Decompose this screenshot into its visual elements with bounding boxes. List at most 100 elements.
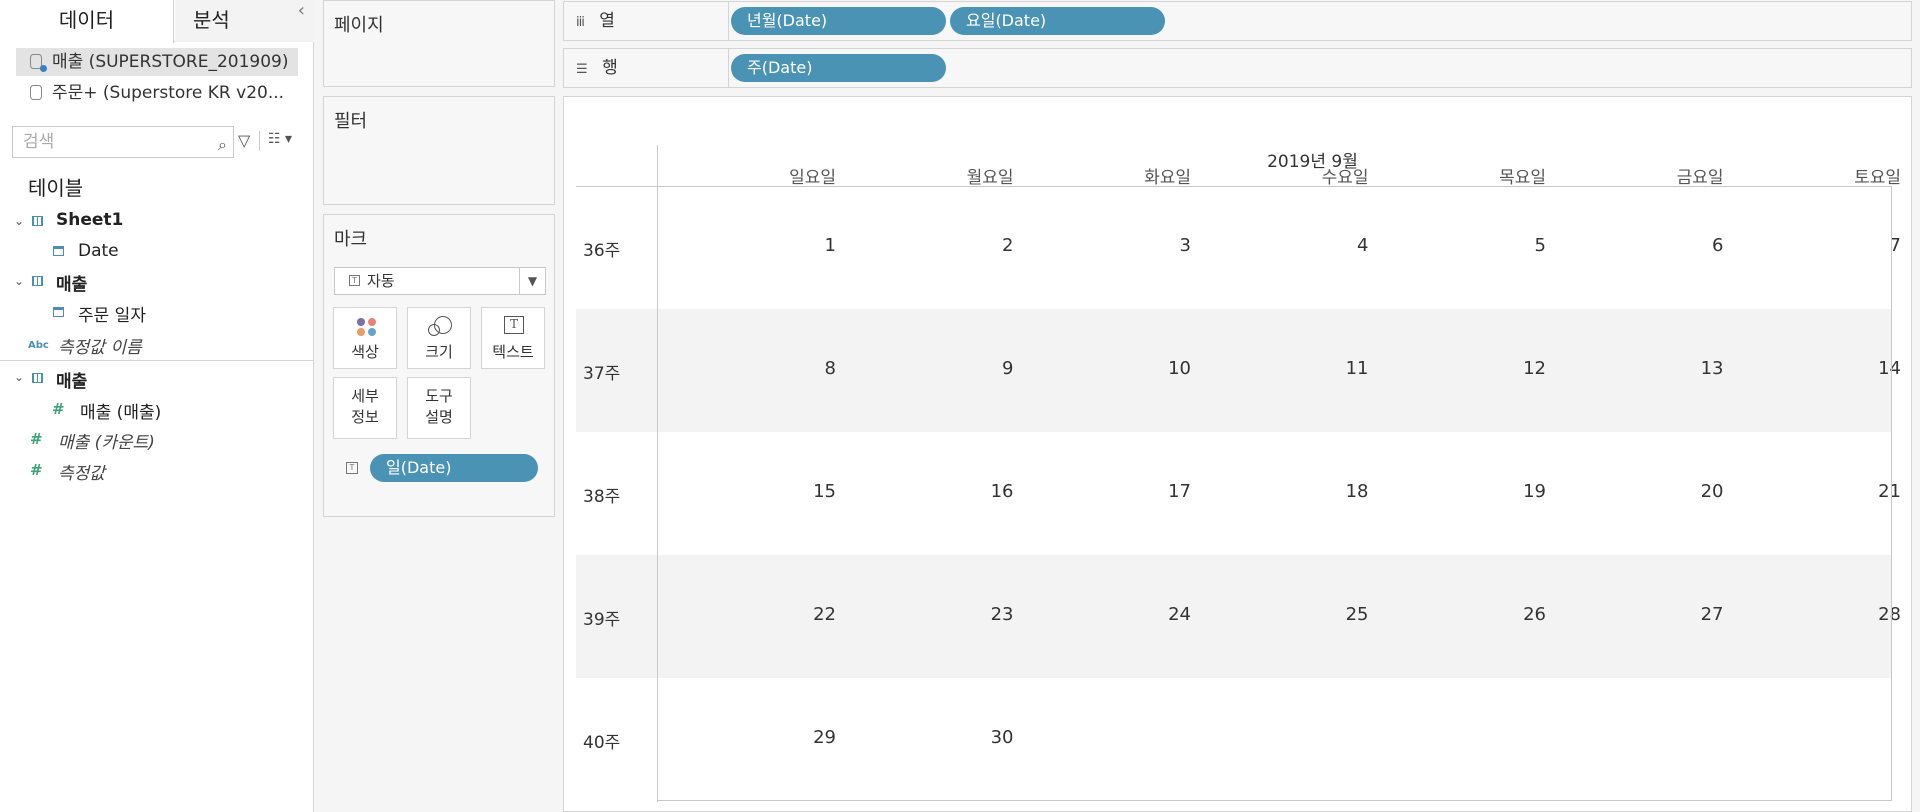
columns-shelf-label: iii 열	[564, 2, 729, 40]
detail-button[interactable]: 세부 정보	[333, 377, 397, 439]
tooltip-button[interactable]: 도구 설명	[407, 377, 471, 439]
weekday-header-cell: 수요일	[1321, 168, 1369, 188]
date-cell[interactable]: 17	[1014, 481, 1191, 502]
weekday-header-cell: 화요일	[1144, 168, 1191, 188]
weekday-header-cell: 토요일	[1854, 168, 1901, 188]
table-icon	[32, 216, 43, 226]
field-order-date[interactable]: 주문 일자	[78, 301, 146, 326]
date-cell[interactable]: 25	[1192, 604, 1369, 625]
collapse-pane-icon[interactable]: ‹	[298, 0, 305, 21]
date-cell[interactable]: 16	[837, 481, 1014, 502]
text-mark-icon: T	[349, 275, 360, 286]
search-placeholder: 검색	[23, 132, 55, 152]
date-cell[interactable]: 6	[1547, 235, 1723, 256]
tab-data[interactable]: 데이터	[0, 0, 174, 43]
calendar-right-border	[1891, 186, 1892, 801]
date-cell[interactable]: 8	[659, 358, 836, 379]
date-cell[interactable]: 24	[1014, 604, 1191, 625]
date-cell[interactable]: 10	[1014, 358, 1191, 379]
table-sales[interactable]: 매출	[56, 270, 87, 295]
date-cell[interactable]: 13	[1547, 358, 1724, 379]
measure-field-icon: #	[52, 400, 65, 418]
database-connected-icon	[30, 54, 47, 72]
calendar-view[interactable]: 2019년 9월 36주 1 2 3 4 5 6 7 37주 8 9 10 11 12 13 14 38주 15 1…	[563, 96, 1912, 812]
database-icon	[30, 85, 42, 100]
color-dots-icon	[356, 316, 378, 338]
field-date[interactable]: Date	[78, 241, 119, 261]
date-cell[interactable]: 22	[659, 604, 836, 625]
date-cell[interactable]: 11	[1192, 358, 1369, 379]
text-encoding-icon: T	[346, 462, 358, 474]
date-cell[interactable]: 7	[1724, 235, 1901, 256]
date-cell[interactable]: 15	[659, 481, 836, 502]
pages-card[interactable]: 페이지	[323, 0, 555, 87]
table-sheet1[interactable]: Sheet1	[56, 210, 123, 230]
measure-field-icon: #	[30, 461, 43, 479]
data-pane: 데이터 분석 ‹ 매출 (SUPERSTORE_201909) 주문+ (Sup…	[0, 0, 314, 812]
columns-shelf[interactable]: iii 열 년월(Date) 요일(Date)	[563, 1, 1912, 41]
date-field-icon	[53, 246, 64, 256]
date-cell[interactable]: 30	[837, 727, 1014, 748]
chevron-down-icon[interactable]: ⌄	[14, 274, 24, 288]
date-cell[interactable]: 4	[1192, 235, 1368, 256]
datasource-label: 주문+ (Superstore KR v20...	[52, 83, 285, 103]
filter-icon[interactable]: ▽	[238, 131, 250, 150]
date-cell[interactable]: 28	[1724, 604, 1901, 625]
section-divider	[0, 360, 314, 361]
column-pill-yearmonth[interactable]: 년월(Date)	[731, 7, 946, 35]
field-measure-values[interactable]: 측정값	[58, 459, 105, 484]
week-label: 36주	[583, 241, 621, 261]
detail-label-line1: 세부	[351, 387, 379, 405]
column-pill-weekday[interactable]: 요일(Date)	[950, 7, 1165, 35]
date-cell[interactable]: 14	[1724, 358, 1901, 379]
date-cell[interactable]: 1	[659, 235, 836, 256]
tab-analysis[interactable]: 분석	[175, 0, 314, 42]
date-cell[interactable]: 21	[1724, 481, 1901, 502]
size-button[interactable]: 크기	[407, 307, 471, 369]
view-options-icon[interactable]: ☷ ▾	[268, 131, 292, 147]
pages-card-title: 페이지	[334, 15, 384, 36]
columns-label-text: 열	[599, 11, 615, 31]
date-cell[interactable]: 3	[1014, 235, 1191, 256]
table-sales-measures[interactable]: 매출	[56, 367, 87, 392]
field-sales-count[interactable]: 매출 (카운트)	[58, 428, 155, 453]
date-cell[interactable]: 19	[1369, 481, 1546, 502]
date-cell[interactable]: 12	[1369, 358, 1546, 379]
date-cell[interactable]: 2	[837, 235, 1013, 256]
text-t-icon: T	[504, 316, 524, 334]
size-circles-icon	[428, 316, 452, 338]
datasource-item-orders[interactable]: 주문+ (Superstore KR v20...	[16, 79, 298, 107]
date-cell[interactable]: 26	[1369, 604, 1546, 625]
date-cell[interactable]: 18	[1192, 481, 1369, 502]
datasource-item-sales[interactable]: 매출 (SUPERSTORE_201909)	[16, 48, 298, 76]
tooltip-label: 도구 설명	[408, 386, 470, 428]
weekday-header-cell: 금요일	[1676, 168, 1724, 188]
search-icon[interactable]: ⌕	[218, 130, 227, 160]
date-cell[interactable]: 20	[1547, 481, 1724, 502]
row-pill-week[interactable]: 주(Date)	[731, 54, 946, 82]
date-cell[interactable]: 29	[659, 727, 836, 748]
field-sales-sales[interactable]: 매출 (매출)	[80, 398, 161, 423]
mark-type-dropdown[interactable]: T 자동 ▼	[334, 267, 546, 295]
week-label: 38주	[583, 487, 621, 507]
measure-field-icon: #	[30, 430, 43, 448]
row-header-divider	[657, 145, 658, 802]
chevron-down-icon[interactable]: ⌄	[14, 370, 24, 384]
date-cell[interactable]: 27	[1547, 604, 1724, 625]
tooltip-label-line2: 설명	[425, 408, 453, 426]
date-cell[interactable]: 5	[1369, 235, 1546, 256]
dropdown-arrow-icon[interactable]: ▼	[519, 268, 545, 294]
mark-type-value: 자동	[367, 272, 395, 290]
pane-tabs: 데이터 분석 ‹	[0, 0, 314, 43]
date-cell[interactable]: 9	[837, 358, 1013, 379]
mark-pill-day-date[interactable]: 일(Date)	[370, 454, 538, 482]
rows-shelf[interactable]: ☰ 행 주(Date)	[563, 48, 1912, 88]
filters-card[interactable]: 필터	[323, 96, 555, 205]
text-button[interactable]: T 텍스트	[481, 307, 545, 369]
chevron-down-icon[interactable]: ⌄	[14, 214, 24, 228]
weekday-header-cell: 일요일	[789, 168, 836, 188]
date-cell[interactable]: 23	[837, 604, 1014, 625]
search-input[interactable]: 검색 ⌕	[12, 126, 234, 158]
color-button[interactable]: 색상	[333, 307, 397, 369]
field-measure-names[interactable]: 측정값 이름	[58, 333, 142, 358]
